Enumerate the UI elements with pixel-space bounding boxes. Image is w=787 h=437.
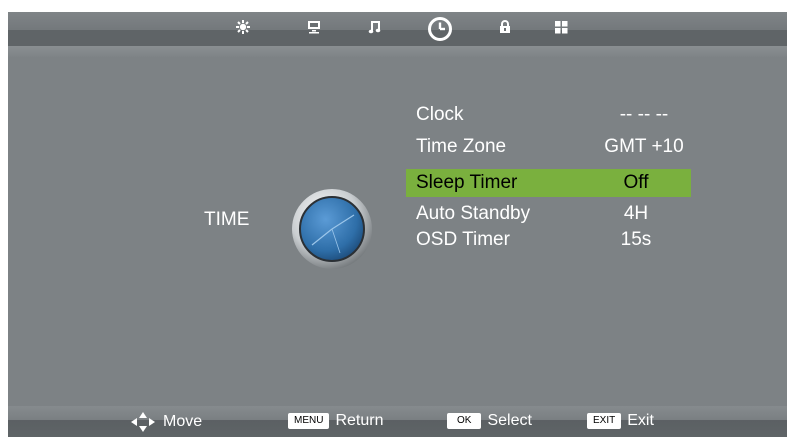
menu-item-value: Off (623, 172, 649, 193)
monitor-icon (308, 21, 320, 34)
menu-key: MENU (288, 413, 330, 429)
tab-lock[interactable] (490, 12, 520, 42)
menu-item-label: Clock (416, 104, 464, 125)
hint-select-label: Select (487, 412, 532, 429)
music-note-icon (368, 21, 381, 34)
menu-item-value: GMT +10 (604, 136, 684, 157)
ok-key: OK (447, 413, 482, 429)
hint-select: OK Select (447, 412, 532, 430)
tv-osd-window: TIME Clock -- -- -- Time Zone GMT +10 Sl (8, 12, 787, 437)
clock-icon (292, 189, 372, 269)
hint-move-label: Move (163, 413, 203, 430)
hint-return: MENU Return (288, 412, 383, 430)
hint-exit: EXIT Exit (587, 412, 654, 430)
tab-bar (8, 12, 787, 46)
hint-return-label: Return (335, 412, 384, 429)
menu-item-label: OSD Timer (416, 229, 510, 250)
exit-key: EXIT (587, 413, 622, 429)
tab-setup[interactable] (546, 12, 576, 42)
menu-item-value: 4H (623, 203, 649, 224)
clock-icon (428, 17, 452, 41)
tab-picture[interactable] (228, 12, 258, 42)
grid-icon (554, 20, 567, 33)
menu-item-value: 15s (620, 229, 652, 250)
picture-icon (236, 20, 250, 34)
section-title: TIME (204, 209, 250, 230)
hint-move: Move (129, 412, 202, 432)
menu-item-label: Auto Standby (416, 203, 531, 224)
tab-time[interactable] (425, 14, 455, 44)
menu-item-label: Time Zone (416, 136, 507, 157)
menu-item-clock[interactable]: Clock -- -- -- (406, 101, 691, 129)
tab-sound[interactable] (360, 12, 390, 42)
arrows-icon (131, 412, 155, 432)
hint-exit-label: Exit (627, 412, 654, 429)
menu-item-sleep-timer[interactable]: Sleep Timer Off (406, 169, 691, 197)
tab-screen[interactable] (299, 12, 329, 42)
menu-item-osd-timer[interactable]: OSD Timer 15s (406, 226, 691, 254)
menu-item-time-zone[interactable]: Time Zone GMT +10 (406, 133, 691, 161)
help-bar: Move MENU Return OK Select EXIT Exit (8, 406, 787, 437)
lock-icon (500, 20, 510, 33)
menu-item-label: Sleep Timer (416, 172, 518, 193)
menu-item-value: -- -- -- (619, 104, 669, 125)
menu-item-auto-standby[interactable]: Auto Standby 4H (406, 200, 691, 228)
